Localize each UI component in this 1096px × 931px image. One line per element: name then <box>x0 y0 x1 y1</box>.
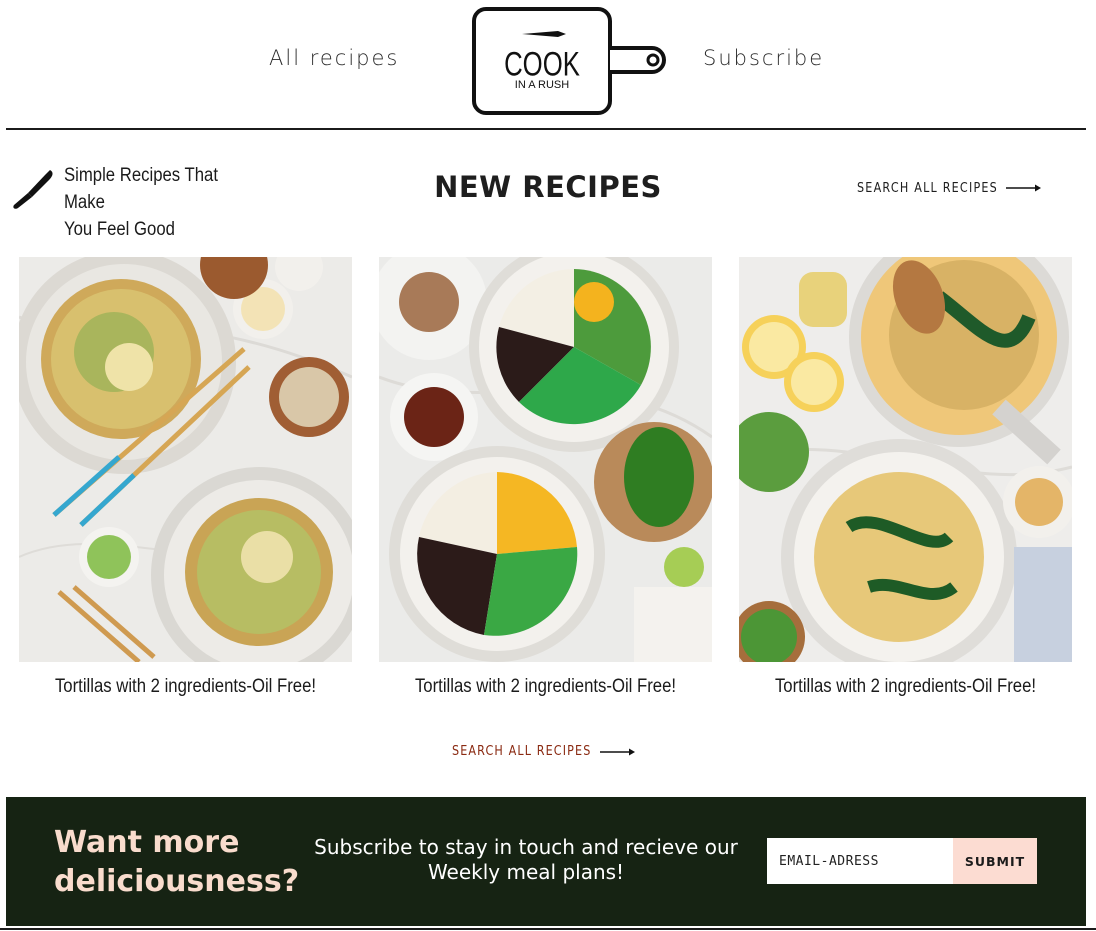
tagline-line-2: You Feel Good <box>64 219 175 240</box>
recipe-card[interactable]: Tortillas with 2 ingredients-Oil Free! <box>19 257 352 698</box>
newsletter-text-line-1: Subscribe to stay in touch and recieve o… <box>314 835 738 859</box>
header-divider <box>6 128 1086 130</box>
newsletter-description: Subscribe to stay in touch and recieve o… <box>306 835 746 885</box>
arrow-right-icon[interactable] <box>600 747 636 757</box>
email-field[interactable] <box>767 838 953 884</box>
recipe-card[interactable]: Tortillas with 2 ingredients-Oil Free! <box>739 257 1072 698</box>
newsletter-heading-line-2: deliciousness? <box>54 864 300 899</box>
newsletter-band: Want more deliciousness? Subscribe to st… <box>6 797 1086 926</box>
logo-subtitle: IN A RUSH <box>515 79 569 91</box>
cook-in-a-rush-logo[interactable]: COOK IN A RUSH <box>470 6 670 116</box>
recipe-photo-rice-bowls[interactable] <box>379 257 712 662</box>
newsletter-text-line-2: Weekly meal plans! <box>427 860 625 884</box>
recipe-photo-kale-spaghetti[interactable] <box>739 257 1072 662</box>
search-all-recipes-link[interactable]: SEARCH ALL RECIPES <box>857 181 998 196</box>
submit-button[interactable]: SUBMIT <box>953 838 1037 884</box>
nav-all-recipes[interactable]: All recipes <box>269 46 399 70</box>
footer-divider <box>0 928 1096 930</box>
recipe-title[interactable]: Tortillas with 2 ingredients-Oil Free! <box>759 676 1052 698</box>
recipe-title[interactable]: Tortillas with 2 ingredients-Oil Free! <box>39 676 332 698</box>
search-all-recipes-link-bottom[interactable]: SEARCH ALL RECIPES <box>452 744 591 759</box>
newsletter-heading: Want more deliciousness? <box>54 823 314 901</box>
arrow-right-icon[interactable] <box>1006 183 1042 193</box>
newsletter-heading-line-1: Want more <box>54 825 240 860</box>
recipe-title[interactable]: Tortillas with 2 ingredients-Oil Free! <box>399 676 692 698</box>
recipe-photo-okonomiyaki[interactable] <box>19 257 352 662</box>
recipe-card[interactable]: Tortillas with 2 ingredients-Oil Free! <box>379 257 712 698</box>
logo-word: COOK <box>504 45 580 84</box>
site-header: All recipes COOK IN A RUSH Subscribe <box>0 0 1096 129</box>
nav-subscribe[interactable]: Subscribe <box>703 46 824 70</box>
